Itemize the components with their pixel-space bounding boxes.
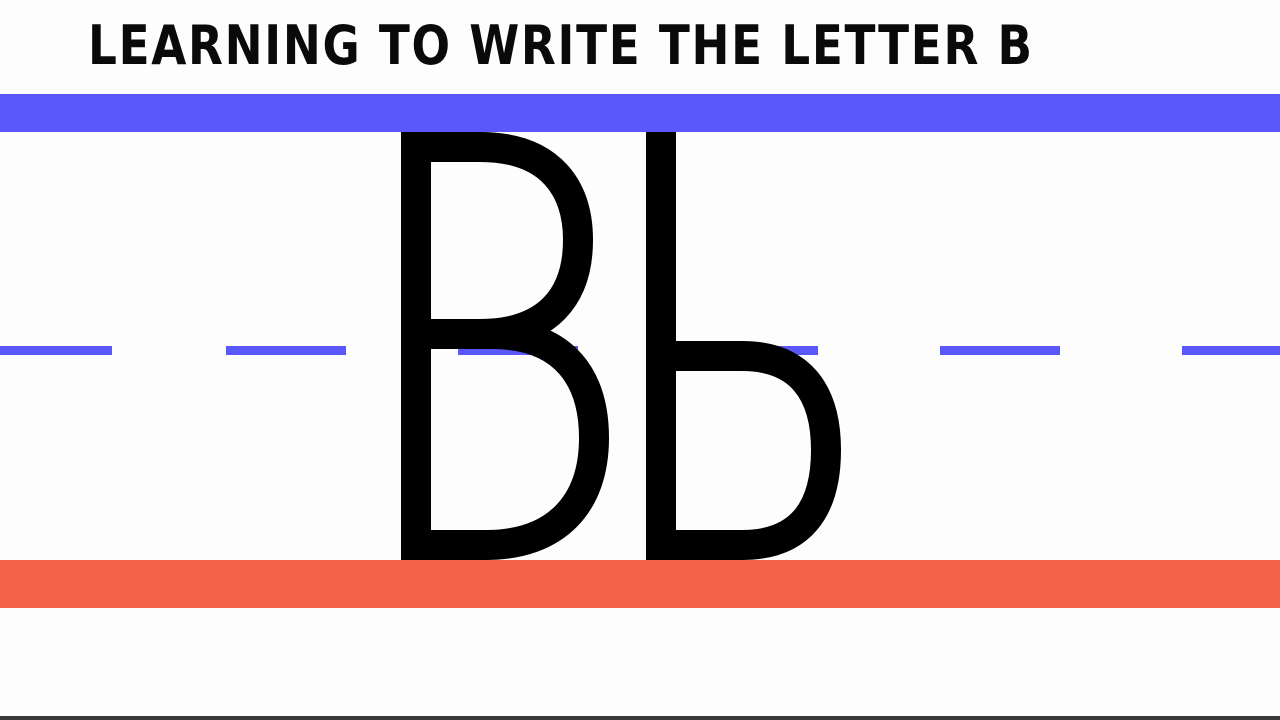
writing-practice-frame: LEARNING TO WRITE THE LETTER B	[0, 0, 1280, 720]
uppercase-b-glyph	[401, 132, 609, 560]
letter-glyphs	[401, 132, 841, 560]
lowercase-b-glyph	[646, 132, 841, 560]
uppercase-b-lower-bowl	[416, 319, 609, 560]
lowercase-b-bowl	[661, 341, 841, 560]
uppercase-b-upper-bowl	[416, 132, 593, 349]
bottom-border	[0, 716, 1280, 720]
